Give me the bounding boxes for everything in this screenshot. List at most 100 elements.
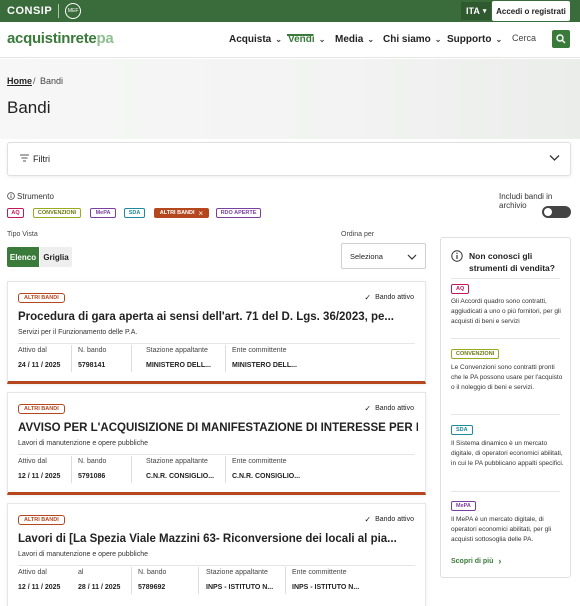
card-title[interactable]: Procedura di gara aperta ai sensi dell'a…: [18, 311, 418, 323]
language-label: ITA: [466, 6, 480, 16]
panel-badge-mepa: MePA: [451, 501, 476, 511]
card-badge: ALTRI BANDI: [18, 515, 65, 525]
tag-altri-bandi[interactable]: ALTRI BANDI ×: [154, 208, 209, 218]
field-value: INPS - ISTITUTO N...: [292, 584, 360, 591]
chevron-down-icon: ▾: [482, 8, 487, 15]
field-label: Stazione appaltante: [146, 347, 208, 354]
search-icon: [556, 34, 566, 44]
panel-desc-sda: Il Sistema dinamico è un mercato digital…: [451, 440, 564, 467]
field-label: Attivo dal: [18, 347, 47, 354]
tag-aq[interactable]: AQ: [7, 208, 24, 218]
field-divider: [131, 456, 132, 483]
tag-label: RDO APERTE: [220, 210, 257, 216]
field-divider: [131, 345, 132, 372]
card-status: ✓ Bando attivo: [364, 515, 414, 524]
card-status: ✓ Bando attivo: [364, 404, 414, 413]
chevron-down-icon: ⌄: [275, 35, 282, 44]
check-icon: ✓: [364, 404, 372, 413]
page-hero: [0, 59, 580, 139]
field-label: N. bando: [78, 458, 107, 465]
page-title: Bandi: [7, 98, 51, 117]
tag-label: CONVENZIONI: [37, 210, 77, 216]
breadcrumb-home[interactable]: Home: [7, 76, 32, 86]
archivio-toggle[interactable]: [542, 206, 571, 218]
login-button[interactable]: Accedi o registrati: [492, 1, 570, 21]
language-selector[interactable]: ITA ▾: [461, 2, 491, 20]
active-nav-indicator: [287, 34, 313, 36]
panel-desc-mepa: Il MePA è un mercato digitale, di operat…: [451, 516, 552, 543]
field-divider: [71, 456, 72, 483]
tag-convenzioni[interactable]: CONVENZIONI: [33, 208, 81, 218]
field-value: 5789692: [138, 584, 166, 591]
divider: [18, 343, 415, 344]
tag-label: AQ: [11, 210, 20, 216]
panel-badge-aq: AQ: [451, 284, 470, 294]
chevron-down-icon: ⌄: [367, 35, 375, 44]
card-title[interactable]: AVVISO PER L'ACQUISIZIONE DI MANIFESTAZI…: [18, 422, 418, 434]
divider: [451, 278, 560, 279]
field-value: INPS - ISTITUTO N...: [206, 584, 274, 591]
panel-desc-convenzioni: Le Convenzioni sono contratti pronti che…: [451, 364, 563, 391]
field-divider: [198, 567, 199, 594]
scopri-di-piu-link[interactable]: Scopri di più ›: [451, 556, 501, 566]
consip-logo[interactable]: CONSIP: [7, 5, 52, 17]
tag-sda[interactable]: SDA: [124, 208, 145, 218]
check-icon: ✓: [364, 293, 372, 302]
card-category: Lavori di manutenzione e opere pubbliche: [18, 551, 148, 558]
nav-label: Chi siamo: [383, 34, 431, 45]
card-status: ✓ Bando attivo: [364, 293, 414, 302]
tag-mepa[interactable]: MePA: [90, 208, 116, 218]
info-icon: [451, 250, 463, 262]
field-value: C.N.R. CONSIGLIO...: [232, 473, 301, 480]
tag-label: MePA: [95, 210, 111, 216]
mef-logo[interactable]: MEF: [65, 3, 82, 19]
chevron-right-icon: ›: [498, 556, 502, 566]
nav-supporto[interactable]: Supporto ⌄: [447, 34, 502, 45]
tag-label: SDA: [128, 210, 141, 216]
field-value: MINISTERO DELL...: [146, 362, 211, 369]
nav-label: Acquista: [229, 34, 272, 45]
nav-media[interactable]: Media ⌄: [335, 34, 374, 45]
field-value: 24 / 11 / 2025: [18, 362, 61, 369]
status-label: Bando attivo: [375, 294, 414, 301]
card-badge: ALTRI BANDI: [18, 293, 65, 303]
field-value: MINISTERO DELL...: [232, 362, 297, 369]
bando-card[interactable]: ALTRI BANDI ✓ Bando attivo Lavori di [La …: [7, 503, 426, 606]
view-elenco-button[interactable]: Elenco: [7, 247, 39, 267]
card-category: Servizi per il Funzionamento delle P.A.: [18, 329, 138, 336]
nav-chi-siamo[interactable]: Chi siamo ⌄: [383, 34, 442, 45]
bando-card[interactable]: ALTRI BANDI ✓ Bando attivo Procedura di g…: [7, 281, 426, 384]
sort-select[interactable]: Seleziona: [341, 243, 426, 269]
sort-value: Seleziona: [350, 252, 383, 261]
bando-card[interactable]: ALTRI BANDI ✓ Bando attivo AVVISO PER L'A…: [7, 392, 426, 495]
close-icon[interactable]: ×: [199, 209, 204, 218]
strumenti-info-panel: Non conosci gli strumenti di vendita? AQ…: [440, 237, 571, 578]
toggle-knob: [544, 208, 552, 216]
info-icon[interactable]: [7, 192, 15, 200]
nav-label: Supporto: [447, 34, 492, 45]
filters-panel[interactable]: Filtri: [7, 142, 571, 176]
field-divider: [131, 567, 132, 594]
panel-badge-sda: SDA: [451, 425, 473, 435]
panel-badge-convenzioni: CONVENZIONI: [451, 349, 500, 359]
panel-title: Non conosci gli strumenti di vendita?: [469, 251, 555, 273]
nav-acquista[interactable]: Acquista ⌄: [229, 34, 282, 45]
acquistinretepa-logo[interactable]: acquistinretepa: [7, 30, 114, 47]
divider: [451, 414, 560, 415]
tag-rdo-aperte[interactable]: RDO APERTE: [216, 208, 261, 218]
tag-label: ALTRI BANDI: [159, 210, 195, 216]
view-griglia-button[interactable]: Griglia: [40, 247, 72, 267]
logo-pa-text: pa: [96, 30, 114, 47]
field-divider: [285, 567, 286, 594]
field-label: Ente committente: [292, 569, 347, 576]
status-label: Bando attivo: [375, 405, 414, 412]
field-label: N. bando: [138, 569, 167, 576]
divider: [451, 338, 560, 339]
field-divider: [225, 456, 226, 483]
strumento-label: Strumento: [17, 192, 54, 201]
search-label[interactable]: Cerca: [512, 33, 536, 43]
field-divider: [71, 345, 72, 372]
card-badge: ALTRI BANDI: [18, 404, 65, 414]
search-button[interactable]: [552, 30, 570, 48]
card-title[interactable]: Lavori di [La Spezia Viale Mazzini 63- R…: [18, 533, 418, 545]
